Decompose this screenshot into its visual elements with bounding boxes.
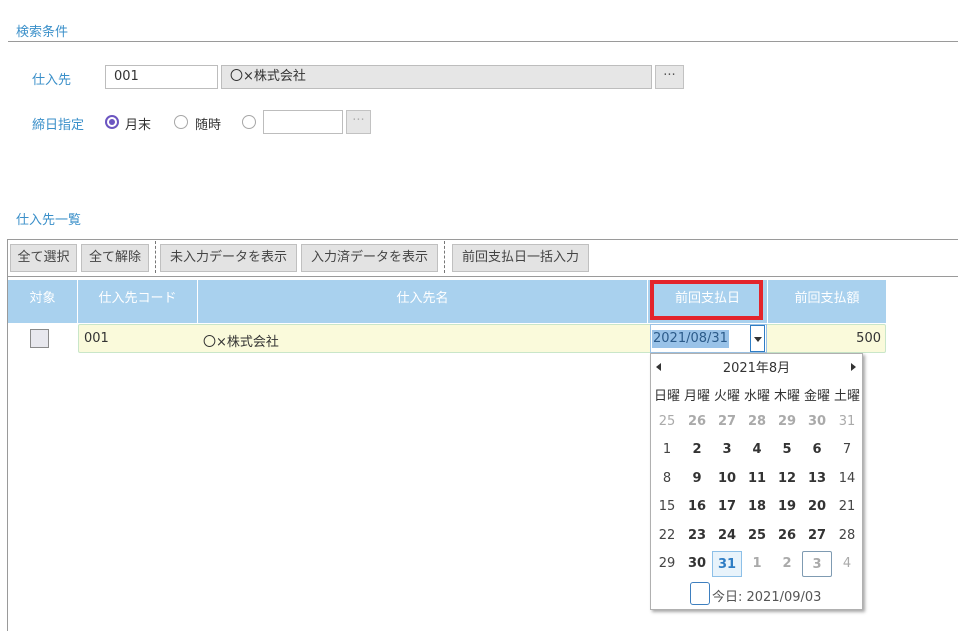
calendar-weekday: 金曜: [803, 389, 830, 404]
cell-supplier-name: 〇×株式会社: [203, 335, 279, 350]
toolbar-divider: [8, 276, 958, 277]
calendar-day[interactable]: 22: [652, 523, 682, 549]
toolbar-separator: [155, 241, 156, 273]
header-divider: [767, 280, 768, 323]
today-button[interactable]: [690, 582, 710, 605]
radio-specific-day[interactable]: [242, 115, 256, 129]
calendar-day[interactable]: 28: [742, 409, 772, 435]
calendar-day[interactable]: 17: [712, 494, 742, 520]
calendar-day[interactable]: 9: [682, 466, 712, 492]
last-pay-date-value[interactable]: 2021/08/31: [652, 330, 729, 348]
calendar-day[interactable]: 20: [802, 494, 832, 520]
supplier-code-input[interactable]: 001: [105, 65, 218, 89]
calendar-day[interactable]: 18: [742, 494, 772, 520]
calendar-day[interactable]: 4: [832, 551, 862, 577]
calendar-weekday: 月曜: [683, 389, 710, 404]
show-entered-button[interactable]: 入力済データを表示: [301, 244, 438, 272]
calendar-day[interactable]: 11: [742, 466, 772, 492]
closing-day-label: 締日指定: [32, 118, 85, 133]
calendar-day[interactable]: 30: [802, 409, 832, 435]
header-divider: [77, 280, 78, 323]
cell-last-pay-amount: 500: [856, 331, 881, 346]
calendar-month-label: 2021年8月: [722, 361, 791, 376]
supplier-lookup-button[interactable]: ···: [655, 65, 684, 89]
calendar-day[interactable]: 8: [652, 466, 682, 492]
radio-anytime-label: 随時: [195, 118, 222, 133]
calendar-day[interactable]: 14: [832, 466, 862, 492]
calendar-day[interactable]: 19: [772, 494, 802, 520]
column-header-last-pay-amount: 前回支払額: [768, 280, 886, 323]
date-dropdown-button[interactable]: [750, 325, 765, 352]
supplier-name-field: 〇×株式会社: [221, 65, 652, 89]
cell-supplier-code: 001: [84, 331, 109, 346]
calendar-day[interactable]: 29: [772, 409, 802, 435]
calendar-weekday: 火曜: [713, 389, 740, 404]
calendar-day[interactable]: 21: [832, 494, 862, 520]
calendar-day[interactable]: 29: [652, 551, 682, 577]
deselect-all-button[interactable]: 全て解除: [81, 244, 149, 272]
header-divider: [197, 280, 198, 323]
calendar-day[interactable]: 3: [712, 437, 742, 463]
search-section-divider: [8, 41, 958, 42]
closing-day-lookup-button[interactable]: ···: [346, 110, 371, 134]
calendar-day[interactable]: 28: [832, 523, 862, 549]
calendar-day[interactable]: 2: [772, 551, 802, 577]
calendar-day[interactable]: 23: [682, 523, 712, 549]
calendar-weekday: 水曜: [743, 389, 770, 404]
column-header-supplier-name: 仕入先名: [198, 280, 647, 323]
calendar-weekday: 土曜: [833, 389, 860, 404]
radio-month-end-label: 月末: [125, 118, 152, 133]
calendar-day[interactable]: 6: [802, 437, 832, 463]
calendar-day[interactable]: 4: [742, 437, 772, 463]
closing-day-input[interactable]: [263, 110, 343, 134]
calendar-day[interactable]: 1: [652, 437, 682, 463]
calendar-day[interactable]: 16: [682, 494, 712, 520]
calendar-day[interactable]: 31: [832, 409, 862, 435]
calendar-day[interactable]: 24: [712, 523, 742, 549]
calendar-day[interactable]: 26: [772, 523, 802, 549]
calendar-day[interactable]: 27: [712, 409, 742, 435]
calendar-day[interactable]: 15: [652, 494, 682, 520]
calendar-day[interactable]: 30: [682, 551, 712, 577]
today-label[interactable]: 今日: 2021/09/03: [712, 586, 821, 605]
list-section-title: 仕入先一覧: [16, 213, 82, 228]
calendar-day[interactable]: 2: [682, 437, 712, 463]
search-section-title: 検索条件: [16, 25, 69, 40]
calendar-day[interactable]: 12: [772, 466, 802, 492]
calendar-day[interactable]: 25: [742, 523, 772, 549]
calendar-day[interactable]: 5: [772, 437, 802, 463]
supplier-label: 仕入先: [32, 73, 72, 88]
column-header-supplier-code: 仕入先コード: [78, 280, 197, 323]
calendar-day[interactable]: 7: [832, 437, 862, 463]
radio-anytime[interactable]: [174, 115, 188, 129]
calendar-weekday: 木曜: [773, 389, 800, 404]
calendar-day[interactable]: 1: [742, 551, 772, 577]
calendar-day[interactable]: 10: [712, 466, 742, 492]
radio-month-end[interactable]: [105, 115, 119, 129]
row-checkbox[interactable]: [30, 329, 49, 348]
calendar-day[interactable]: 31: [712, 551, 742, 577]
calendar-day[interactable]: 13: [802, 466, 832, 492]
calendar-day[interactable]: 27: [802, 523, 832, 549]
calendar-day[interactable]: 25: [652, 409, 682, 435]
bulk-last-pay-date-button[interactable]: 前回支払日一括入力: [452, 244, 589, 272]
calendar-day[interactable]: 3: [802, 551, 832, 577]
calendar-day[interactable]: 26: [682, 409, 712, 435]
toolbar-separator: [444, 241, 445, 273]
highlight-box: [650, 280, 763, 320]
column-header-target: 対象: [8, 280, 77, 323]
select-all-button[interactable]: 全て選択: [10, 244, 77, 272]
calendar-weekday: 日曜: [653, 389, 680, 404]
header-divider: [647, 280, 648, 323]
show-unentered-button[interactable]: 未入力データを表示: [160, 244, 297, 272]
